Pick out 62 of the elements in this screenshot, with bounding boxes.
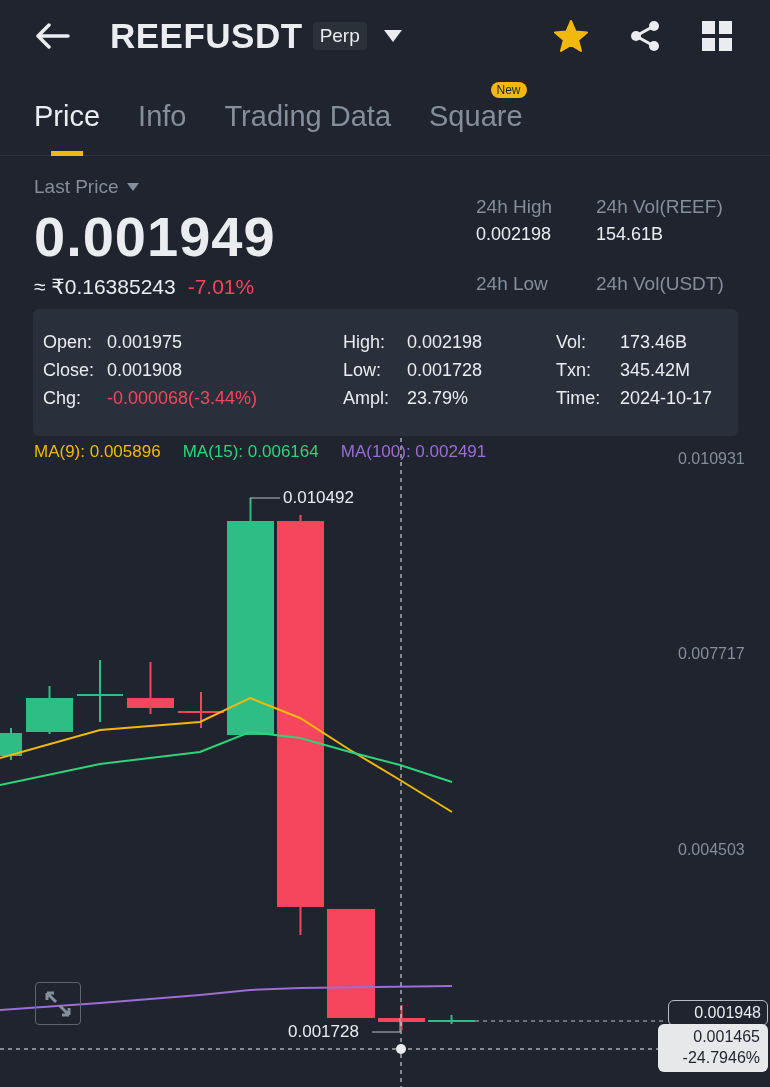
leader-line [371, 1017, 401, 1033]
info-label: Vol: [556, 331, 588, 353]
favorite-star-icon[interactable] [554, 20, 588, 52]
info-label: Txn: [556, 359, 592, 381]
high-price-label: 0.010492 [283, 488, 354, 508]
stat-label: 24h Vol(USDT) [596, 273, 725, 295]
info-label: Ampl: [343, 387, 390, 409]
price-axis-label: 0.010931 [678, 450, 745, 468]
candle [378, 1004, 425, 1031]
price-axis-label: 0.007717 [678, 645, 745, 663]
price-axis-label: 0.004503 [678, 841, 745, 859]
info-value: 23.79% [407, 387, 470, 409]
candle [428, 1014, 475, 1025]
info-value: 0.001908 [107, 359, 184, 381]
candle [127, 661, 174, 715]
tab[interactable]: Info [138, 98, 187, 156]
crosshair-change: -24.7946% [682, 1048, 760, 1068]
stat-label: 24h Low [476, 273, 549, 295]
info-label: High: [343, 331, 387, 353]
expand-button[interactable] [35, 982, 81, 1025]
last-price-value: 0.001949 [34, 204, 276, 269]
expand-arrows-icon [44, 989, 72, 1018]
last-price-label[interactable]: Last Price [34, 176, 119, 198]
tab[interactable]: Trading Data [224, 98, 392, 156]
info-value: 0.001728 [407, 359, 484, 381]
moving-average-label: MA(9): 0.005896 [34, 442, 161, 462]
info-value: 0.001975 [107, 331, 184, 353]
stat-label: 24h High [476, 196, 554, 218]
info-value: 2024-10-17 [620, 387, 713, 409]
candle [0, 727, 22, 761]
moving-average-label: MA(15): 0.006164 [182, 442, 319, 462]
info-value: 0.002198 [407, 331, 484, 353]
moving-average-label: MA(100): 0.002491 [340, 442, 487, 462]
symbol-title: REEFUSDT [110, 16, 303, 56]
back-arrow-icon [36, 23, 70, 49]
tab[interactable]: Square [429, 98, 523, 156]
info-label: Low: [343, 359, 383, 381]
share-icon[interactable] [630, 21, 660, 51]
info-value: 345.42M [620, 359, 692, 381]
stat-value: 154.61B [596, 224, 665, 245]
contract-type-badge: Perp [312, 22, 367, 50]
candle [178, 691, 224, 729]
caret-down-icon[interactable] [382, 29, 403, 43]
last-price-tag: 0.001948 [668, 1000, 768, 1026]
crosshair-price: 0.001465 [693, 1027, 760, 1047]
stat-value: 0.002198 [476, 224, 553, 245]
info-value: 173.46B [620, 331, 689, 353]
info-label: Close: [43, 359, 96, 381]
candle [26, 685, 73, 735]
info-label: Time: [556, 387, 602, 409]
price-change: -7.01% [187, 275, 255, 299]
new-badge: New [490, 82, 527, 98]
fiat-price: ≈ ₹0.16385243 [34, 275, 176, 299]
back-button[interactable] [36, 23, 70, 49]
info-label: Chg: [43, 387, 83, 409]
stat-label: 24h Vol(REEF) [596, 196, 724, 218]
leader-line [249, 497, 281, 499]
info-label: Open: [43, 331, 94, 353]
info-value: -0.000068(-3.44%) [107, 387, 259, 409]
candle [77, 659, 123, 723]
grid-menu-icon[interactable] [702, 21, 732, 51]
low-price-label: 0.001728 [288, 1022, 359, 1042]
